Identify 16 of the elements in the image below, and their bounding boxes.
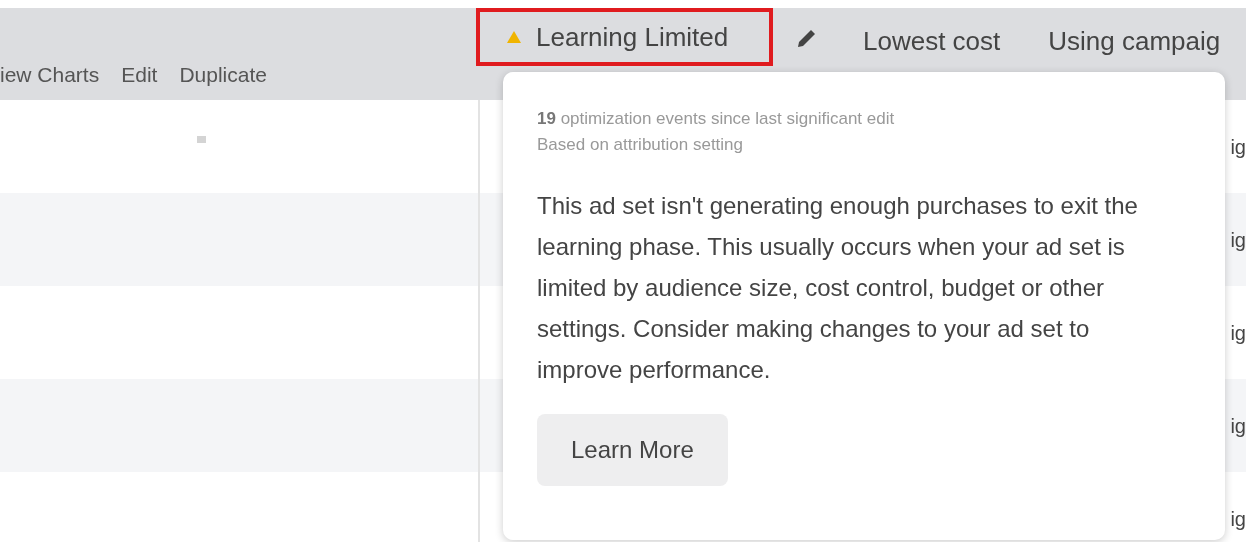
delivery-status[interactable]: Learning Limited (476, 8, 773, 66)
warning-icon (506, 30, 522, 44)
toolbar-link[interactable]: iew Charts (0, 59, 100, 91)
tooltip-body: This ad set isn't generating enough purchases to exit the learning phase. This usually occurs when your ad set is limited by audience size, cost control, budget or other settings. Consider making changes to your ad set to improve performance. (537, 191, 1139, 385)
learn-more-button[interactable]: Learn More (537, 414, 728, 486)
toolbar-link[interactable]: Edit (121, 59, 158, 91)
tooltip-summary: 19 optimization events since last significant edit (537, 108, 896, 130)
table-cell-text: ig (1230, 506, 1246, 532)
tooltip-subtext: Based on attribution setting (537, 133, 745, 156)
column-header[interactable]: Lowest cost (863, 8, 1001, 61)
table-cell-text: ig (1230, 134, 1246, 160)
table-cell-text: ig (1230, 413, 1246, 439)
table-cell-text: ig (1230, 227, 1246, 253)
column-header[interactable]: Using campaig (1048, 8, 1221, 61)
table-cell-text: ig (1230, 320, 1246, 346)
toolbar-link[interactable]: Duplicate (179, 59, 267, 91)
